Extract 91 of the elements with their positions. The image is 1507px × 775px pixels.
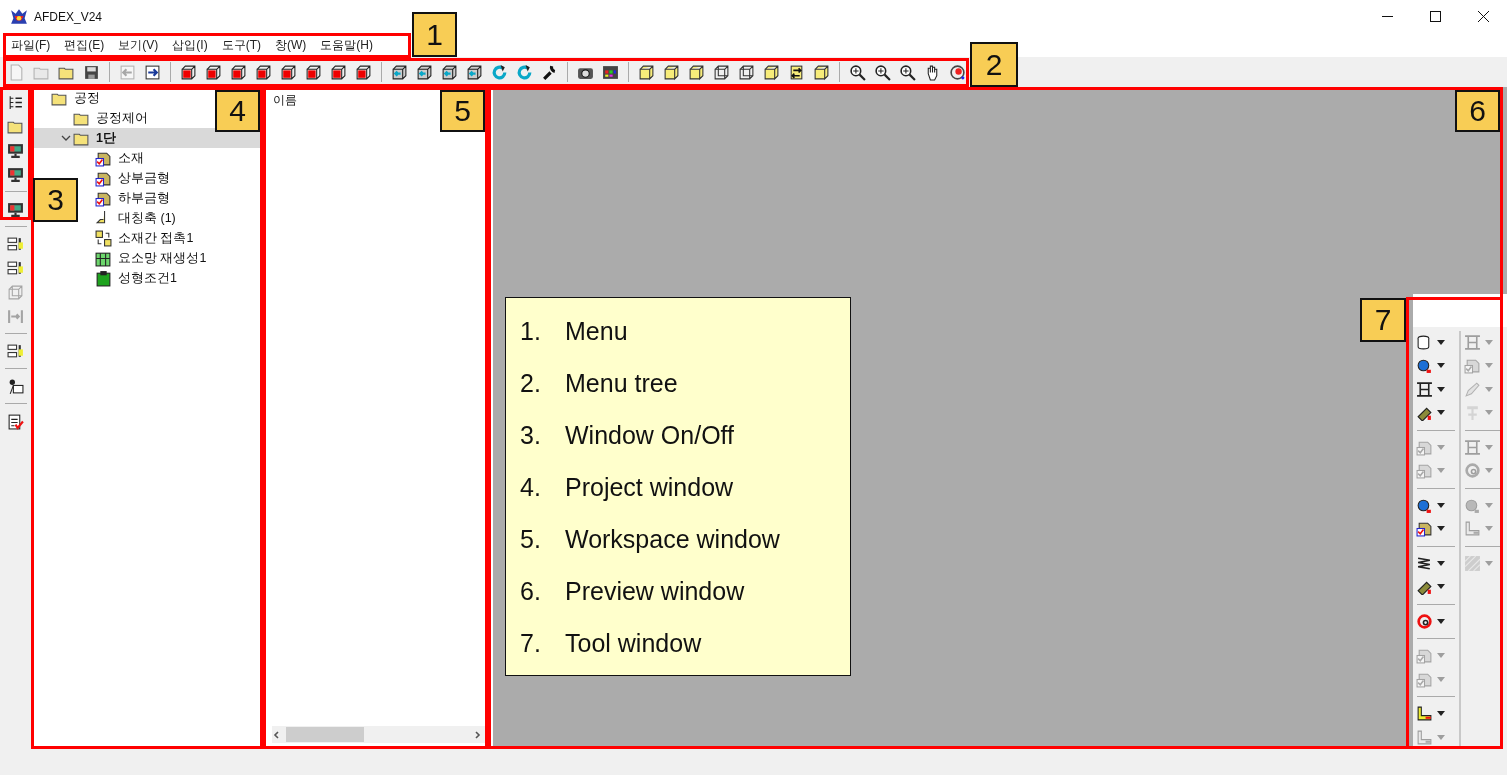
menu-item[interactable]: 도구(T): [214, 34, 268, 56]
caret-icon: [1437, 410, 1445, 416]
frame-icon: [1464, 333, 1481, 351]
corner-icon: [1416, 705, 1433, 723]
sphere-icon: [1416, 357, 1433, 375]
callout-number: 7: [1360, 298, 1406, 342]
legend-label: Workspace window: [565, 524, 780, 555]
caret-icon: [1485, 502, 1493, 508]
menu-item[interactable]: 편집(E): [57, 34, 112, 56]
legend-number: 4.: [520, 472, 542, 503]
tree-item[interactable]: 요소망 재생성1: [81, 248, 211, 268]
legend-label: Preview window: [565, 576, 745, 607]
legend-label: Menu tree: [565, 368, 678, 399]
caret-icon: [1485, 468, 1493, 474]
tree-item[interactable]: 하부금형: [81, 188, 174, 208]
part-icon: [1416, 647, 1433, 665]
ring-icon: [1416, 612, 1433, 630]
scrollbar-thumb[interactable]: [286, 727, 364, 742]
corner-icon: [1416, 728, 1433, 746]
callout-number: 3: [33, 178, 78, 222]
legend-number: 6.: [520, 576, 542, 607]
pin-icon: [1464, 404, 1481, 422]
legend-number: 2.: [520, 368, 542, 399]
caret-icon: [1437, 618, 1445, 624]
clipboard-icon: [95, 269, 112, 287]
callout-number: 6: [1455, 90, 1500, 132]
caret-icon: [1485, 410, 1493, 416]
callout-number: 2: [970, 42, 1018, 87]
legend-label: Menu: [565, 316, 628, 347]
frame-icon: [1464, 438, 1481, 456]
legend-number: 7.: [520, 628, 542, 659]
tree-item[interactable]: 공정: [37, 88, 104, 108]
callout-number: 4: [215, 90, 260, 132]
frame-icon: [1416, 380, 1433, 398]
tree-item[interactable]: 상부금형: [81, 168, 174, 188]
contact-icon: [95, 229, 112, 247]
hatch-icon: [1464, 554, 1481, 572]
part-icon: [1464, 357, 1481, 375]
callout-number: 1: [412, 12, 457, 57]
legend-number: 3.: [520, 420, 542, 451]
tree-item[interactable]: 성형조건1: [81, 268, 181, 288]
plate-icon: [1416, 578, 1433, 596]
part-icon: [1416, 520, 1433, 538]
caret-icon: [1437, 584, 1445, 590]
caret-icon: [1437, 468, 1445, 474]
caret-icon: [1485, 339, 1493, 345]
caret-icon: [1437, 711, 1445, 717]
menu-item[interactable]: 보기(V): [111, 34, 166, 56]
caret-icon: [1437, 502, 1445, 508]
plate-icon: [1416, 404, 1433, 422]
app-logo: [10, 7, 28, 26]
scroll-left-icon[interactable]: [272, 729, 282, 740]
menu-item[interactable]: 파일(F): [4, 34, 58, 56]
caret-icon: [1485, 386, 1493, 392]
tree-item[interactable]: 1단: [33, 128, 261, 148]
scroll-right-icon[interactable]: [472, 729, 482, 740]
legend-number: 5.: [520, 524, 542, 555]
caret-icon: [1437, 734, 1445, 740]
maximize-icon: [1429, 11, 1441, 22]
window-title: AFDEX_V24: [34, 9, 103, 24]
menu-item[interactable]: 창(W): [268, 34, 314, 56]
spring-icon: [1416, 554, 1433, 572]
legend-label: Window On/Off: [565, 420, 735, 451]
caret-icon: [1437, 363, 1445, 369]
caret-icon: [1437, 653, 1445, 659]
legend-label: Project window: [565, 472, 734, 503]
caret-icon: [1437, 386, 1445, 392]
column-header: 이름: [272, 92, 298, 109]
tree-item[interactable]: 소재간 접촉1: [81, 228, 198, 248]
tree-item[interactable]: 소재: [81, 148, 148, 168]
pencil-icon: [1464, 380, 1481, 398]
caret-icon: [1437, 444, 1445, 450]
caret-icon: [1485, 526, 1493, 532]
caret-icon: [1437, 526, 1445, 532]
caret-icon: [1485, 363, 1493, 369]
menu-item[interactable]: 도움말(H): [313, 34, 380, 56]
tree-item[interactable]: 대칭축 (1): [81, 208, 180, 228]
caret-icon: [1437, 560, 1445, 566]
legend-number: 1.: [520, 316, 542, 347]
caret-icon: [1485, 444, 1493, 450]
part-icon: [1416, 462, 1433, 480]
caret-icon: [1437, 339, 1445, 345]
caret-icon: [1485, 560, 1493, 566]
close-icon: [1477, 11, 1489, 22]
tree-item[interactable]: 공정제어: [59, 108, 152, 128]
caret-icon: [1437, 676, 1445, 682]
corner-icon: [1464, 520, 1481, 538]
callout-number: 5: [440, 90, 485, 132]
ring-icon: [1464, 462, 1481, 480]
menu-item[interactable]: 삽입(I): [165, 34, 215, 56]
legend-label: Tool window: [565, 628, 702, 659]
